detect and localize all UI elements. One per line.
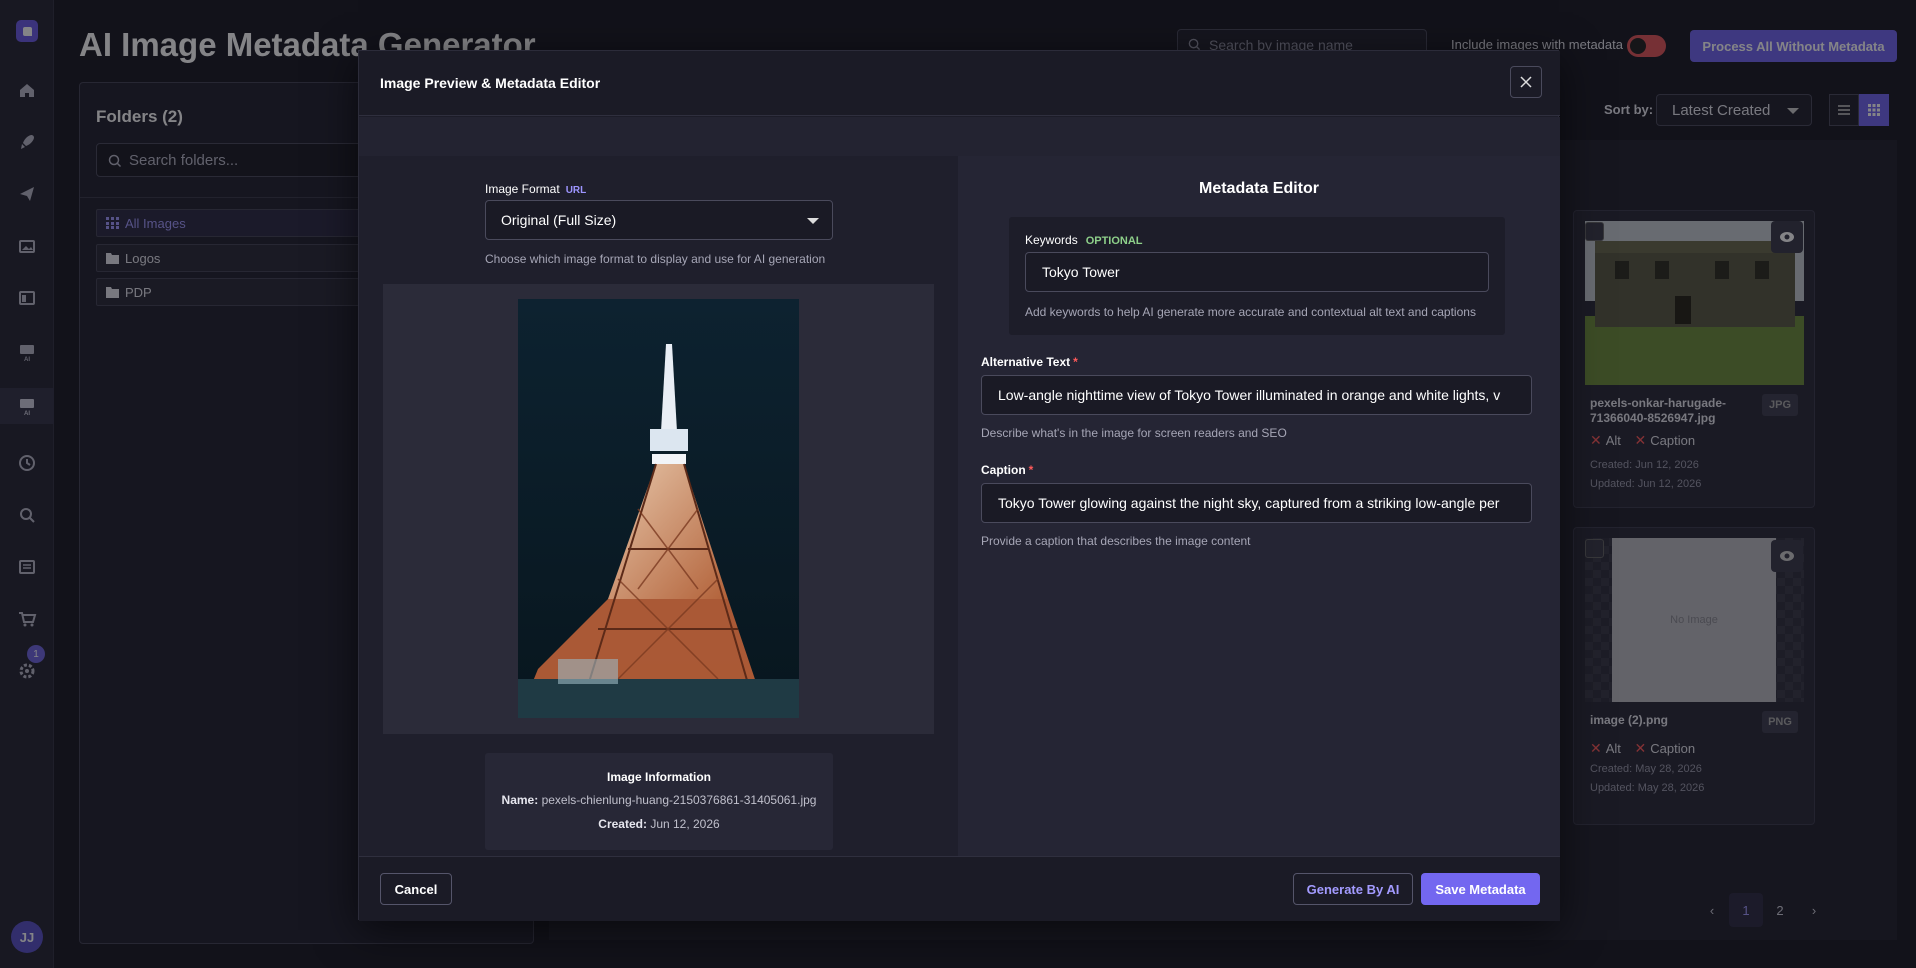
required-asterisk: * [1073, 355, 1078, 369]
keywords-input[interactable]: Tokyo Tower [1025, 252, 1489, 292]
preview-image [518, 299, 799, 718]
cancel-button[interactable]: Cancel [380, 873, 452, 905]
alt-text-label: Alternative Text * [981, 355, 1078, 369]
required-asterisk: * [1028, 463, 1034, 477]
image-created-line: Created: Jun 12, 2026 [598, 817, 720, 831]
image-name-line: Name: pexels-chienlung-huang-2150376861-… [501, 793, 817, 807]
keywords-help-text: Add keywords to help AI generate more ac… [1025, 305, 1476, 319]
keywords-section: Keywords OPTIONAL Tokyo Tower Add keyword… [1009, 217, 1505, 335]
format-label: Image Format URL [485, 182, 587, 196]
modal-footer: Cancel Generate By AI Save Metadata [359, 856, 1560, 921]
format-value: Original (Full Size) [501, 212, 617, 228]
image-info-title: Image Information [606, 770, 711, 784]
format-help-text: Choose which image format to display and… [485, 252, 826, 266]
close-icon [1520, 76, 1532, 88]
save-metadata-button[interactable]: Save Metadata [1421, 873, 1540, 905]
generate-by-ai-button[interactable]: Generate By AI [1293, 873, 1413, 905]
url-badge: URL [565, 185, 587, 196]
metadata-editor-pane: Metadata Editor Keywords OPTIONAL Tokyo T… [958, 156, 1560, 856]
optional-badge: OPTIONAL [1085, 235, 1143, 247]
modal-title: Image Preview & Metadata Editor [380, 75, 601, 91]
caption-help: Provide a caption that describes the ima… [981, 534, 1251, 548]
image-format-select[interactable]: Original (Full Size) [485, 200, 833, 240]
app-root: AI AI 1 JJ AI Image Metadata Generator S… [0, 0, 1916, 968]
alt-text-help: Describe what's in the image for screen … [981, 426, 1287, 440]
caption-label: Caption * [981, 463, 1034, 477]
metadata-editor-title: Metadata Editor [1198, 180, 1319, 197]
chevron-down-icon [807, 218, 819, 224]
image-information-box: Image Information Name: pexels-chienlung… [485, 753, 833, 850]
preview-pane: Image Format URL Original (Full Size) Cho… [359, 156, 958, 856]
alt-text-input[interactable]: Low-angle nighttime view of Tokyo Tower … [981, 375, 1532, 415]
caption-input[interactable]: Tokyo Tower glowing against the night sk… [981, 483, 1532, 523]
close-button[interactable] [1510, 66, 1542, 98]
modal-toolbar-strip [359, 117, 1560, 156]
modal-header: Image Preview & Metadata Editor [359, 51, 1560, 116]
image-preview-box [383, 284, 934, 734]
metadata-editor-modal: Image Preview & Metadata Editor Image Fo… [358, 50, 1560, 921]
keywords-label: Keywords OPTIONAL [1025, 233, 1143, 247]
